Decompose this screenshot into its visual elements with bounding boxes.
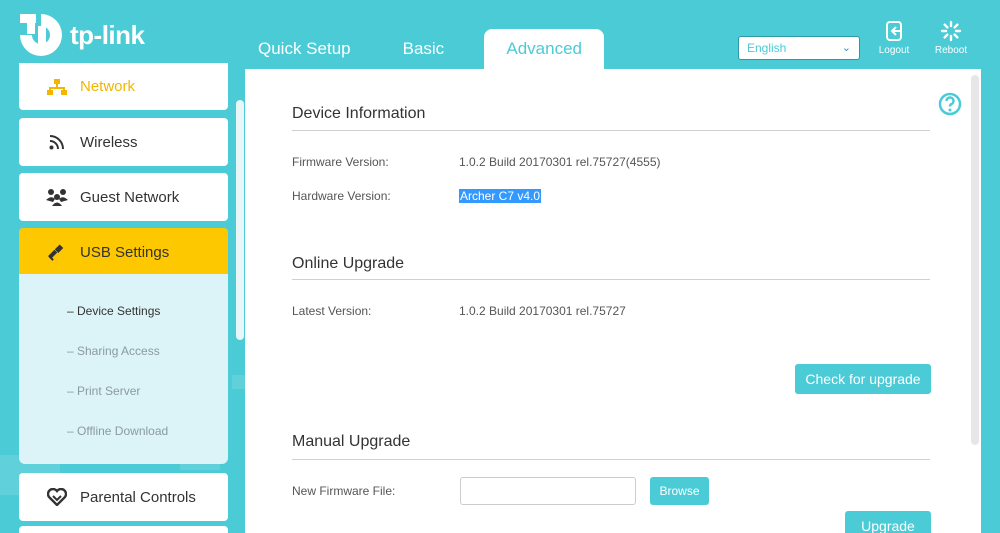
submenu-item-print-server[interactable]: – Print Server (67, 384, 140, 398)
sidebar-item-usb-settings[interactable]: USB Settings (19, 228, 228, 276)
language-value: English (747, 41, 787, 55)
submenu-item-offline-download[interactable]: – Offline Download (67, 424, 168, 438)
tab-basic[interactable]: Basic (385, 29, 463, 69)
sidebar-item-label: USB Settings (80, 243, 170, 261)
logout-button[interactable]: Logout (869, 20, 919, 56)
latest-version-value: 1.0.2 Build 20170301 rel.75727 (459, 304, 626, 318)
logout-icon (886, 21, 902, 41)
divider (292, 279, 930, 280)
panel-scrollbar[interactable] (971, 75, 979, 445)
sidebar-item-next[interactable] (19, 526, 228, 533)
tab-quick-setup[interactable]: Quick Setup (240, 29, 369, 69)
firmware-version-value: 1.0.2 Build 20170301 rel.75727(4555) (459, 155, 661, 169)
reboot-button[interactable]: Reboot (926, 20, 976, 56)
divider (292, 130, 930, 131)
sidebar-scrollbar[interactable] (236, 100, 244, 340)
network-icon (46, 78, 68, 95)
hardware-version-label: Hardware Version: (292, 189, 391, 203)
divider (292, 459, 930, 460)
main-tabs: Quick Setup Basic Advanced (240, 29, 605, 69)
heart-icon (46, 488, 68, 506)
submenu-item-sharing-access[interactable]: – Sharing Access (67, 344, 160, 358)
sidebar-item-label: Parental Controls (80, 488, 196, 506)
reboot-label: Reboot (934, 45, 968, 56)
manual-upgrade-title: Manual Upgrade (292, 433, 411, 450)
tplink-logo: tp-link (18, 12, 145, 58)
tplink-logo-icon (20, 14, 62, 56)
online-upgrade-title: Online Upgrade (292, 255, 405, 272)
hardware-version-value: Archer C7 v4.0 (459, 189, 542, 203)
chevron-down-icon: ⌄ (841, 42, 851, 54)
language-select[interactable]: English ⌄ (738, 36, 860, 60)
sidebar-item-label: Guest Network (80, 188, 180, 206)
guest-icon (46, 188, 68, 206)
latest-version-label: Latest Version: (292, 304, 372, 318)
upgrade-button[interactable]: Upgrade (845, 511, 931, 533)
wifi-icon (46, 133, 68, 151)
sidebar-item-network[interactable]: Network (19, 63, 228, 110)
background-decoration (232, 375, 246, 389)
help-icon[interactable] (938, 92, 962, 116)
check-for-upgrade-button[interactable]: Check for upgrade (795, 364, 931, 394)
browse-button[interactable]: Browse (650, 477, 709, 505)
tab-advanced[interactable]: Advanced (484, 29, 605, 69)
reboot-icon (940, 20, 962, 42)
firmware-file-input[interactable] (460, 477, 636, 505)
sidebar-item-guest-network[interactable]: Guest Network (19, 173, 228, 221)
sidebar-item-label: Network (80, 78, 136, 95)
logo-text: tp-link (70, 19, 145, 50)
firmware-version-label: Firmware Version: (292, 155, 389, 169)
device-info-title: Device Information (292, 105, 426, 122)
sidebar-item-wireless[interactable]: Wireless (19, 118, 228, 166)
sidebar-item-parental-controls[interactable]: Parental Controls (19, 473, 228, 521)
new-firmware-file-label: New Firmware File: (292, 484, 396, 498)
submenu-item-device-settings[interactable]: – Device Settings (67, 304, 160, 318)
sidebar-item-label: Wireless (80, 133, 138, 151)
main-panel (245, 69, 981, 533)
logout-label: Logout (878, 45, 910, 56)
usb-icon (46, 243, 68, 261)
usb-submenu: – Device Settings – Sharing Access – Pri… (19, 274, 228, 464)
